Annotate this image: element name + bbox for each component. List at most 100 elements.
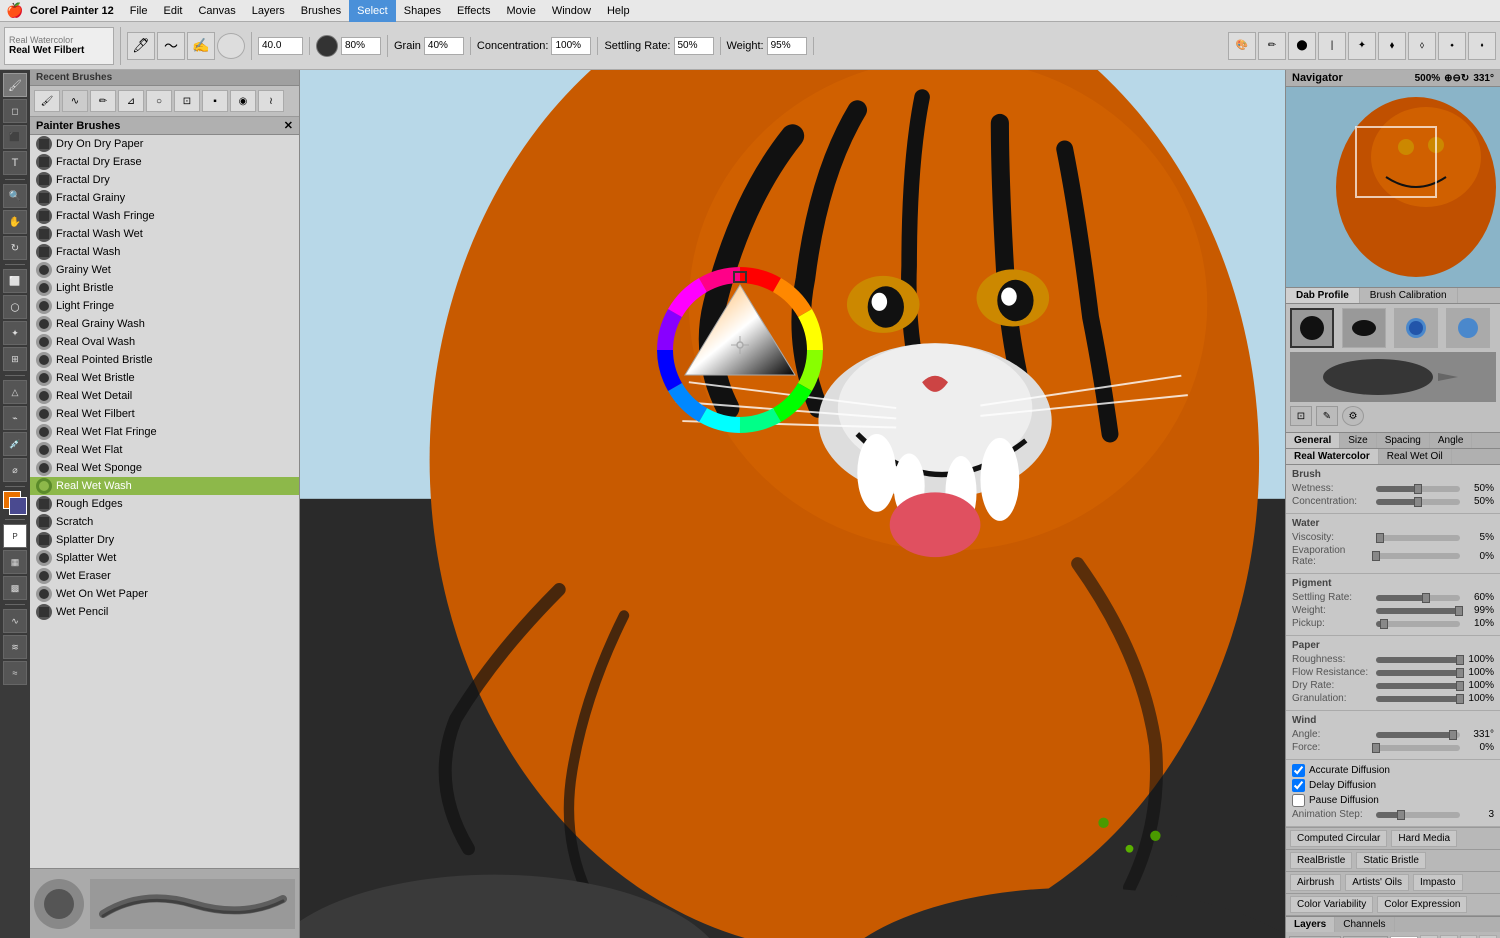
menu-movie[interactable]: Movie (498, 0, 543, 22)
brush-wet-pencil[interactable]: Wet Pencil (30, 603, 299, 621)
dab-profile-tab[interactable]: Dab Profile (1286, 288, 1360, 303)
brush-real-wet-sponge[interactable]: Real Wet Sponge (30, 459, 299, 477)
recent-brush-8[interactable]: ◉ (230, 90, 256, 112)
dab-cell-4[interactable] (1446, 308, 1490, 348)
brush-grainy-wet[interactable]: Grainy Wet (30, 261, 299, 279)
brush-light-fringe[interactable]: Light Fringe (30, 297, 299, 315)
pause-diffusion-cb[interactable] (1292, 794, 1305, 807)
tool-r5[interactable]: ✦ (1348, 32, 1376, 60)
crop-tool[interactable]: ⊞ (3, 347, 27, 371)
computed-circular-btn[interactable]: Computed Circular (1290, 830, 1387, 847)
brush-wet-on-wet-paper[interactable]: Wet On Wet Paper (30, 585, 299, 603)
tool-r1[interactable]: 🎨 (1228, 32, 1256, 60)
navigator-content[interactable] (1286, 87, 1500, 287)
tool-r9[interactable]: ⬪ (1468, 32, 1496, 60)
brush-real-pointed-bristle[interactable]: Real Pointed Bristle (30, 351, 299, 369)
close-brush-panel[interactable]: ✕ (284, 119, 293, 132)
tab-angle[interactable]: Angle (1430, 433, 1473, 448)
brush-real-oval-wash[interactable]: Real Oval Wash (30, 333, 299, 351)
concentration-input[interactable] (551, 37, 591, 55)
viscosity-slider[interactable] (1376, 535, 1460, 541)
tool-r3[interactable]: ⬤ (1288, 32, 1316, 60)
clone-tool[interactable]: ⌀ (3, 458, 27, 482)
angle-slider[interactable] (1376, 732, 1460, 738)
eyedropper-tool[interactable]: 💉 (3, 432, 27, 456)
brush-real-wet-wash[interactable]: Real Wet Wash (30, 477, 299, 495)
tab-general[interactable]: General (1286, 433, 1340, 448)
fill-tool[interactable]: ⬛ (3, 125, 27, 149)
settling-slider[interactable] (1376, 595, 1460, 601)
menu-brushes[interactable]: Brushes (293, 0, 349, 22)
canvas-area[interactable] (300, 70, 1285, 938)
brush-scratch[interactable]: Scratch (30, 513, 299, 531)
tool-icon-3[interactable]: ✍ (187, 32, 215, 60)
color-variability-btn[interactable]: Color Variability (1290, 896, 1373, 913)
artists-oils-btn[interactable]: Artists' Oils (1345, 874, 1409, 891)
tab-size[interactable]: Size (1340, 433, 1376, 448)
recent-brush-2[interactable]: ∿ (62, 90, 88, 112)
flow-resistance-slider[interactable] (1376, 670, 1460, 676)
liquify-tool[interactable]: ≈ (3, 661, 27, 685)
brush-fractal-dry-erase[interactable]: Fractal Dry Erase (30, 153, 299, 171)
smear-tool[interactable]: ≋ (3, 635, 27, 659)
brush-splatter-dry[interactable]: Splatter Dry (30, 531, 299, 549)
airbrush-btn[interactable]: Airbrush (1290, 874, 1341, 891)
menu-effects[interactable]: Effects (449, 0, 498, 22)
accurate-diffusion-cb[interactable] (1292, 764, 1305, 777)
navigator-controls[interactable]: ⊕⊖↻ (1444, 73, 1469, 84)
granulation-slider[interactable] (1376, 696, 1460, 702)
delay-diffusion-cb[interactable] (1292, 779, 1305, 792)
brush-dry-on-dry[interactable]: Dry On Dry Paper (30, 135, 299, 153)
force-slider[interactable] (1376, 745, 1460, 751)
tool-icon-1[interactable]: 🖊 (127, 32, 155, 60)
grain-input[interactable] (424, 37, 464, 55)
brush-real-wet-flat-fringe[interactable]: Real Wet Flat Fringe (30, 423, 299, 441)
tool-r6[interactable]: ⬧ (1378, 32, 1406, 60)
real-bristle-btn[interactable]: RealBristle (1290, 852, 1352, 869)
tool-icon-2[interactable]: 〜 (157, 32, 185, 60)
apple-menu[interactable]: 🍎 (0, 2, 30, 19)
opacity-input[interactable] (341, 37, 381, 55)
tool-r2[interactable]: ✏ (1258, 32, 1286, 60)
magic-wand-tool[interactable]: ✦ (3, 321, 27, 345)
color-wheel[interactable] (650, 260, 830, 440)
eraser-tool[interactable]: ◻ (3, 99, 27, 123)
tab-real-wet-oil[interactable]: Real Wet Oil (1379, 449, 1452, 464)
tool-icon-4[interactable] (217, 33, 245, 59)
roughness-slider[interactable] (1376, 657, 1460, 663)
size-input[interactable] (258, 37, 303, 55)
brush-splatter-wet[interactable]: Splatter Wet (30, 549, 299, 567)
paper-color[interactable]: P (3, 524, 27, 548)
recent-brush-6[interactable]: ⊡ (174, 90, 200, 112)
brush-wet-eraser[interactable]: Wet Eraser (30, 567, 299, 585)
brush-real-wet-bristle[interactable]: Real Wet Bristle (30, 369, 299, 387)
lasso-tool[interactable]: 〇 (3, 295, 27, 319)
wetness-slider[interactable] (1376, 486, 1460, 492)
blender-tool[interactable]: ∿ (3, 609, 27, 633)
brush-light-bristle[interactable]: Light Bristle (30, 279, 299, 297)
tab-spacing[interactable]: Spacing (1377, 433, 1430, 448)
shape-tool[interactable]: △ (3, 380, 27, 404)
recent-brush-9[interactable]: ≀ (258, 90, 284, 112)
recent-brush-7[interactable]: ▪ (202, 90, 228, 112)
menu-file[interactable]: File (122, 0, 156, 22)
recent-brush-4[interactable]: ⊿ (118, 90, 144, 112)
brush-rough-edges[interactable]: Rough Edges (30, 495, 299, 513)
text-tool[interactable]: T (3, 151, 27, 175)
menu-layers[interactable]: Layers (244, 0, 293, 22)
gradient-tool[interactable]: ▦ (3, 550, 27, 574)
brush-real-wet-detail[interactable]: Real Wet Detail (30, 387, 299, 405)
concentration-slider[interactable] (1376, 499, 1460, 505)
weight-input[interactable] (767, 37, 807, 55)
evaporation-slider[interactable] (1376, 553, 1460, 559)
brush-calibration-tab[interactable]: Brush Calibration (1360, 288, 1458, 303)
dab-icon-3[interactable]: ⚙ (1342, 406, 1364, 426)
pan-tool[interactable]: ✋ (3, 210, 27, 234)
tool-r4[interactable]: | (1318, 32, 1346, 60)
menu-edit[interactable]: Edit (156, 0, 191, 22)
selection-tool[interactable]: ⬜ (3, 269, 27, 293)
menu-shapes[interactable]: Shapes (396, 0, 449, 22)
impasto-btn[interactable]: Impasto (1413, 874, 1463, 891)
rotate-tool[interactable]: ↻ (3, 236, 27, 260)
brush-real-wet-flat[interactable]: Real Wet Flat (30, 441, 299, 459)
